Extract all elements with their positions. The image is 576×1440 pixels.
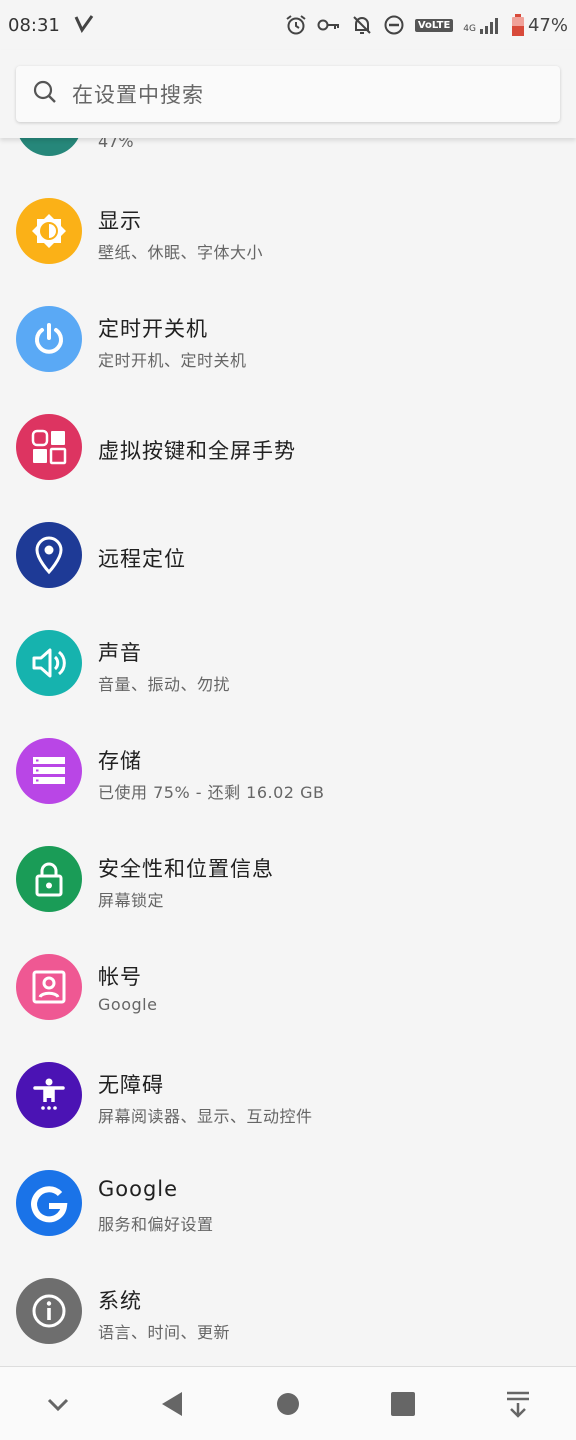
settings-item-subtitle: 屏幕阅读器、显示、互动控件 (98, 1107, 313, 1126)
settings-item-sound[interactable]: 声音 音量、振动、勿扰 (0, 609, 576, 717)
settings-item-subtitle: 屏幕锁定 (98, 891, 165, 910)
chevron-down-icon[interactable] (28, 1374, 88, 1434)
search-placeholder: 在设置中搜索 (72, 83, 204, 107)
settings-item-remote-location[interactable]: 远程定位 (0, 501, 576, 609)
settings-item-title: 安全性和位置信息 (98, 857, 274, 881)
lock-icon (16, 846, 82, 912)
settings-item-schedule-power[interactable]: 定时开关机 定时开机、定时关机 (0, 285, 576, 393)
home-icon[interactable] (258, 1374, 318, 1434)
settings-item-google[interactable]: Google 服务和偏好设置 (0, 1149, 576, 1257)
settings-item-subtitle: 定时开机、定时关机 (98, 351, 247, 370)
apps-icon (16, 414, 82, 480)
power-icon (16, 306, 82, 372)
settings-list: 47% 显示 壁纸、休眠、字体大小 定时开关机 定时开机、定时关机 虚拟按键和全… (0, 0, 576, 1366)
search-icon (32, 79, 72, 109)
settings-item-title: 显示 (98, 209, 142, 233)
settings-item-title: 远程定位 (98, 547, 186, 571)
navigation-bar (0, 1366, 576, 1440)
settings-item-display[interactable]: 显示 壁纸、休眠、字体大小 (0, 177, 576, 285)
search-input[interactable]: 在设置中搜索 (16, 66, 560, 122)
settings-item-title: Google (98, 1177, 179, 1201)
settings-item-nav-gestures[interactable]: 虚拟按键和全屏手势 (0, 393, 576, 501)
settings-item-storage[interactable]: 存储 已使用 75% - 还剩 16.02 GB (0, 717, 576, 825)
settings-item-accessibility[interactable]: 无障碍 屏幕阅读器、显示、互动控件 (0, 1041, 576, 1149)
google-icon (16, 1170, 82, 1236)
settings-item-system[interactable]: 系统 语言、时间、更新 (0, 1257, 576, 1365)
settings-item-subtitle: 语言、时间、更新 (98, 1323, 231, 1342)
settings-item-title: 虚拟按键和全屏手势 (98, 439, 296, 463)
settings-item-title: 无障碍 (98, 1073, 164, 1097)
volume-icon (16, 630, 82, 696)
settings-item-title: 存储 (98, 749, 142, 773)
location-pin-icon (16, 522, 82, 588)
settings-item-title: 定时开关机 (98, 317, 208, 341)
storage-icon (16, 738, 82, 804)
settings-item-title: 帐号 (98, 965, 142, 989)
accessibility-icon (16, 1062, 82, 1128)
settings-item-security[interactable]: 安全性和位置信息 屏幕锁定 (0, 825, 576, 933)
settings-item-title: 声音 (98, 641, 142, 665)
brightness-icon (16, 198, 82, 264)
info-icon (16, 1278, 82, 1344)
settings-item-subtitle: 壁纸、休眠、字体大小 (98, 243, 264, 262)
pull-down-icon[interactable] (488, 1374, 548, 1434)
settings-item-subtitle: 音量、振动、勿扰 (98, 675, 231, 694)
back-icon[interactable] (143, 1374, 203, 1434)
settings-item-subtitle: 已使用 75% - 还剩 16.02 GB (98, 783, 325, 802)
settings-item-subtitle: 服务和偏好设置 (98, 1215, 214, 1234)
settings-item-subtitle: Google (98, 995, 158, 1014)
settings-item-title: 系统 (98, 1289, 142, 1313)
account-box-icon (16, 954, 82, 1020)
search-header: 在设置中搜索 (0, 50, 576, 138)
recents-icon[interactable] (373, 1374, 433, 1434)
settings-item-accounts[interactable]: 帐号 Google (0, 933, 576, 1041)
